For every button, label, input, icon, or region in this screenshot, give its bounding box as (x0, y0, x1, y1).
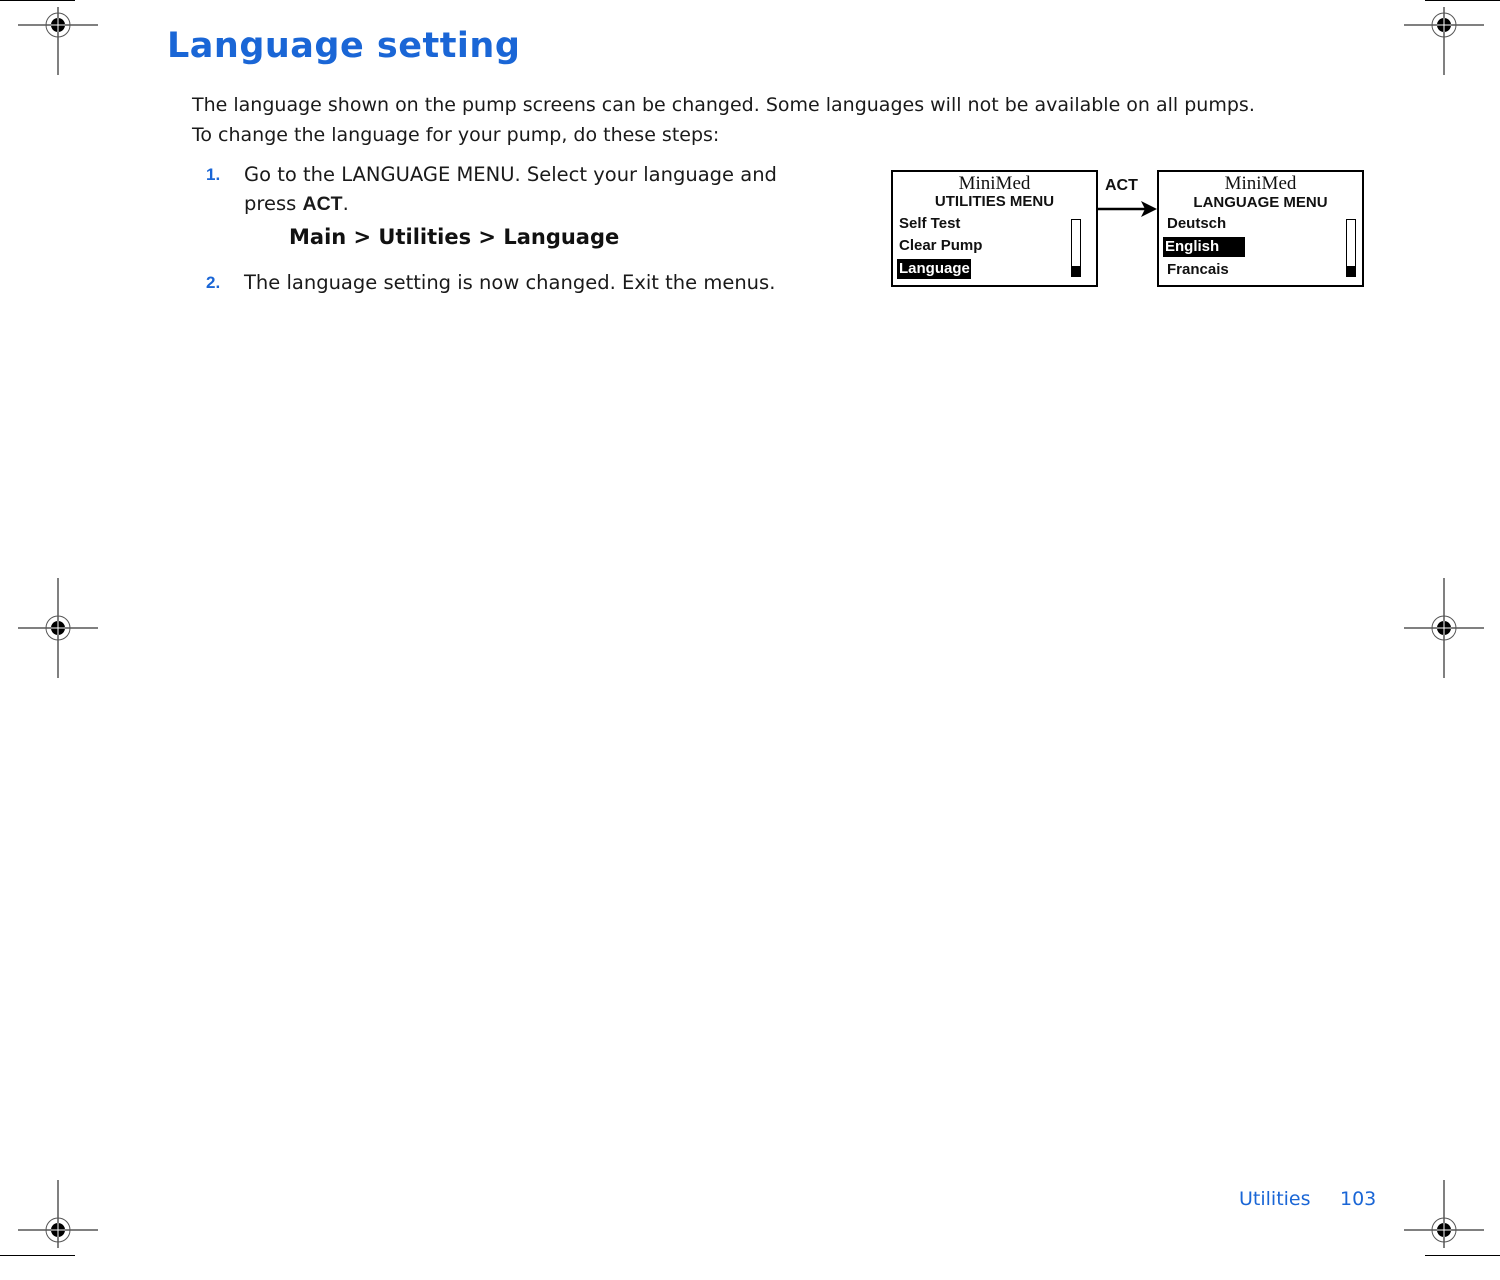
menu-item-deutsch: Deutsch (1167, 215, 1227, 232)
registration-mark-bottom-right (1404, 1180, 1484, 1248)
registration-mark-top-right (1404, 7, 1484, 75)
registration-mark-mid-right (1404, 578, 1484, 678)
footer-section: Utilities (1239, 1188, 1311, 1210)
scrollbar-thumb (1347, 266, 1355, 276)
arrow-right-icon (1097, 201, 1157, 217)
step-number: 1. (206, 165, 221, 184)
intro-line: The language shown on the pump screens c… (192, 94, 1255, 116)
act-keyword: ACT (302, 193, 343, 215)
trim-line-bottom-left (0, 1255, 75, 1256)
step-text: Go to the LANGUAGE MENU. Select your lan… (244, 160, 824, 219)
menu-item-english-selected: English (1163, 237, 1245, 257)
intro-paragraph: The language shown on the pump screens c… (192, 90, 1255, 150)
pump-screen-utilities-menu: MiniMed UTILITIES MENU Self Test Clear P… (891, 170, 1098, 287)
scrollbar (1346, 219, 1356, 277)
intro-line: To change the language for your pump, do… (192, 124, 720, 146)
step-number: 2. (206, 273, 221, 292)
trim-line-top-right (1425, 0, 1500, 1)
trim-line-top-left (0, 0, 75, 1)
pump-brand: MiniMed (1224, 173, 1297, 194)
page-title: Language setting (167, 26, 521, 66)
registration-mark-mid-left (18, 578, 98, 678)
menu-item-language-selected: Language (897, 259, 971, 279)
screen-menu-title: LANGUAGE MENU (1193, 194, 1328, 211)
footer-page-number: 103 (1340, 1188, 1377, 1210)
screen-menu-title: UTILITIES MENU (934, 193, 1055, 210)
scrollbar-thumb (1072, 266, 1080, 276)
menu-item-francais: Francais (1167, 261, 1229, 278)
registration-mark-top-left (18, 7, 98, 75)
act-label: ACT (1105, 177, 1138, 194)
step-text-part: . (342, 192, 349, 215)
menu-item-clear-pump: Clear Pump (899, 237, 983, 254)
scrollbar (1071, 219, 1081, 277)
registration-mark-bottom-left (18, 1180, 98, 1248)
menu-item-self-test: Self Test (899, 215, 961, 232)
pump-screen-language-menu: MiniMed LANGUAGE MENU Deutsch English Fr… (1157, 170, 1364, 287)
menu-path: Main > Utilities > Language (289, 225, 620, 249)
trim-line-bottom-right (1425, 1255, 1500, 1256)
pump-brand: MiniMed (958, 173, 1031, 194)
step-text: The language setting is now changed. Exi… (244, 271, 776, 294)
